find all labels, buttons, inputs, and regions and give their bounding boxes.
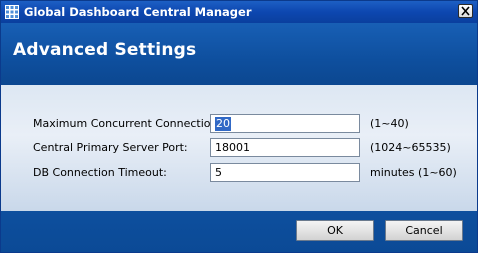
db-timeout-input[interactable] bbox=[210, 163, 360, 182]
window-title: Global Dashboard Central Manager bbox=[24, 5, 252, 19]
dialog-footer: OK Cancel bbox=[1, 211, 477, 252]
close-icon bbox=[461, 6, 470, 16]
dialog-header: Advanced Settings bbox=[1, 23, 477, 85]
max-connections-label: Maximum Concurrent Connections: bbox=[33, 117, 227, 130]
server-port-range: (1024~65535) bbox=[370, 141, 451, 154]
db-timeout-range: minutes (1~60) bbox=[370, 166, 457, 179]
cancel-button[interactable]: Cancel bbox=[385, 220, 463, 241]
dashboard-grid-icon bbox=[5, 5, 19, 19]
ok-button[interactable]: OK bbox=[296, 220, 374, 241]
max-connections-input[interactable] bbox=[210, 114, 360, 133]
page-title: Advanced Settings bbox=[13, 40, 197, 60]
title-bar[interactable]: Global Dashboard Central Manager bbox=[1, 1, 477, 23]
server-port-label: Central Primary Server Port: bbox=[33, 141, 188, 154]
settings-panel: Maximum Concurrent Connections: 20 (1~40… bbox=[1, 85, 477, 211]
dialog-window: Global Dashboard Central Manager Advance… bbox=[0, 0, 478, 253]
db-timeout-label: DB Connection Timeout: bbox=[33, 166, 167, 179]
close-button[interactable] bbox=[458, 4, 473, 18]
server-port-input[interactable] bbox=[210, 138, 360, 157]
max-connections-range: (1~40) bbox=[370, 117, 409, 130]
